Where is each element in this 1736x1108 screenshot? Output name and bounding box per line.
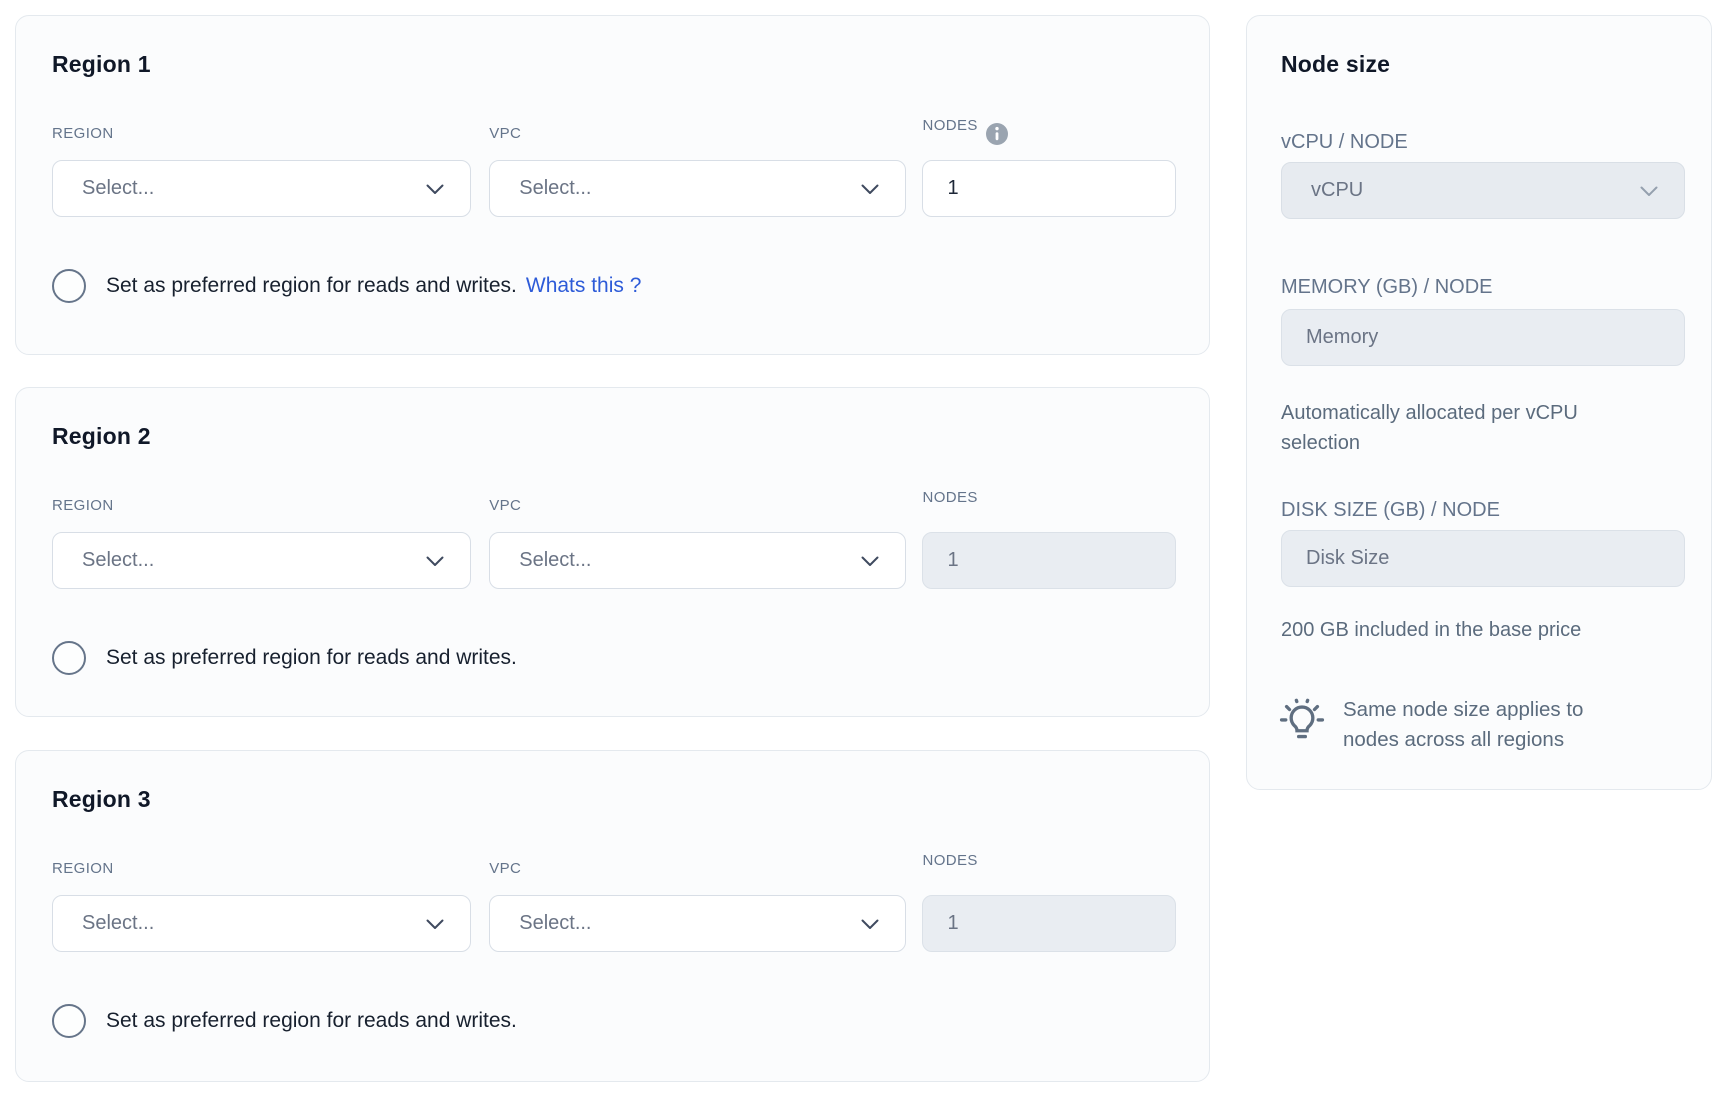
region-1-region-field: REGION Select... bbox=[52, 124, 471, 217]
region-3-preferred-row: Set as preferred region for reads and wr… bbox=[52, 1004, 1176, 1038]
whats-this-link[interactable]: Whats this ? bbox=[526, 274, 642, 298]
region-3-vpc-select[interactable]: Select... bbox=[489, 895, 906, 952]
region-2-vpc-select[interactable]: Select... bbox=[489, 532, 906, 589]
lightbulb-icon bbox=[1277, 697, 1327, 747]
region-select-label: REGION bbox=[52, 124, 471, 144]
region-2-title: Region 2 bbox=[52, 422, 1176, 450]
region-1-vpc-select[interactable]: Select... bbox=[489, 160, 906, 217]
region-1-fields: REGION Select... VPC Select... NODES bbox=[52, 124, 1176, 217]
disk-size-help-text: 200 GB included in the base price bbox=[1281, 615, 1685, 645]
region-3-fields: REGION Select... VPC Select... NODES bbox=[52, 859, 1176, 952]
region-2-fields: REGION Select... VPC Select... NODES bbox=[52, 496, 1176, 589]
region-2-nodes-input bbox=[922, 532, 1176, 589]
vpc-select-value: Select... bbox=[519, 549, 591, 572]
vpc-select-label: VPC bbox=[489, 859, 906, 879]
memory-help-text: Automatically allocated per vCPU selecti… bbox=[1281, 398, 1661, 458]
vcpu-select-value: vCPU bbox=[1311, 179, 1363, 202]
region-2-vpc-field: VPC Select... bbox=[489, 496, 906, 589]
region-1-preferred-row: Set as preferred region for reads and wr… bbox=[52, 269, 1176, 303]
vpc-select-label: VPC bbox=[489, 124, 906, 144]
chevron-down-icon bbox=[861, 919, 879, 930]
region-2-preferred-row: Set as preferred region for reads and wr… bbox=[52, 641, 1176, 675]
region-2-card: Region 2 REGION Select... VPC Select... … bbox=[15, 387, 1210, 717]
region-1-vpc-field: VPC Select... bbox=[489, 124, 906, 217]
region-2-region-select[interactable]: Select... bbox=[52, 532, 471, 589]
region-select-value: Select... bbox=[82, 549, 154, 572]
vcpu-select: vCPU bbox=[1281, 162, 1685, 219]
region-3-region-select[interactable]: Select... bbox=[52, 895, 471, 952]
region-3-title: Region 3 bbox=[52, 785, 1176, 813]
preferred-region-radio[interactable] bbox=[52, 1004, 86, 1038]
chevron-down-icon bbox=[426, 184, 444, 195]
vcpu-select-label: vCPU / NODE bbox=[1281, 130, 1683, 154]
region-select-label: REGION bbox=[52, 859, 471, 879]
preferred-region-label: Set as preferred region for reads and wr… bbox=[106, 646, 517, 670]
region-1-nodes-field: NODES bbox=[922, 124, 1176, 217]
chevron-down-icon bbox=[861, 184, 879, 195]
nodes-label-row: NODES bbox=[922, 496, 1176, 516]
nodes-label-row: NODES bbox=[922, 124, 1176, 144]
region-3-region-field: REGION Select... bbox=[52, 859, 471, 952]
region-2-nodes-field: NODES bbox=[922, 496, 1176, 589]
vpc-select-value: Select... bbox=[519, 912, 591, 935]
node-size-panel: Node size vCPU / NODE vCPU MEMORY (GB) /… bbox=[1246, 15, 1712, 790]
vpc-select-value: Select... bbox=[519, 177, 591, 200]
node-size-tip: Same node size applies to nodes across a… bbox=[1281, 695, 1683, 755]
chevron-down-icon bbox=[426, 556, 444, 567]
preferred-region-label: Set as preferred region for reads and wr… bbox=[106, 1009, 517, 1033]
nodes-input-label: NODES bbox=[922, 488, 977, 508]
region-3-vpc-field: VPC Select... bbox=[489, 859, 906, 952]
vpc-select-label: VPC bbox=[489, 496, 906, 516]
region-select-value: Select... bbox=[82, 177, 154, 200]
nodes-input-label: NODES bbox=[922, 851, 977, 871]
region-1-card: Region 1 REGION Select... VPC Select... … bbox=[15, 15, 1210, 355]
region-select-value: Select... bbox=[82, 912, 154, 935]
chevron-down-icon bbox=[861, 556, 879, 567]
nodes-label-row: NODES bbox=[922, 859, 1176, 879]
chevron-down-icon bbox=[1640, 186, 1658, 197]
info-icon[interactable] bbox=[986, 123, 1008, 145]
region-3-card: Region 3 REGION Select... VPC Select... … bbox=[15, 750, 1210, 1082]
disk-size-input-label: DISK SIZE (GB) / NODE bbox=[1281, 498, 1683, 522]
region-1-region-select[interactable]: Select... bbox=[52, 160, 471, 217]
preferred-region-label: Set as preferred region for reads and wr… bbox=[106, 274, 517, 298]
preferred-region-radio[interactable] bbox=[52, 269, 86, 303]
disk-size-input bbox=[1281, 530, 1685, 587]
node-size-tip-text: Same node size applies to nodes across a… bbox=[1343, 695, 1633, 755]
preferred-region-radio[interactable] bbox=[52, 641, 86, 675]
region-1-nodes-input[interactable] bbox=[922, 160, 1176, 217]
nodes-input-label: NODES bbox=[922, 116, 977, 136]
node-size-title: Node size bbox=[1281, 50, 1683, 78]
memory-input-label: MEMORY (GB) / NODE bbox=[1281, 275, 1683, 299]
chevron-down-icon bbox=[426, 919, 444, 930]
region-3-nodes-field: NODES bbox=[922, 859, 1176, 952]
region-2-region-field: REGION Select... bbox=[52, 496, 471, 589]
region-3-nodes-input bbox=[922, 895, 1176, 952]
cluster-config-page: Region 1 REGION Select... VPC Select... … bbox=[0, 0, 1736, 1108]
region-1-title: Region 1 bbox=[52, 50, 1176, 78]
memory-input bbox=[1281, 309, 1685, 366]
region-select-label: REGION bbox=[52, 496, 471, 516]
